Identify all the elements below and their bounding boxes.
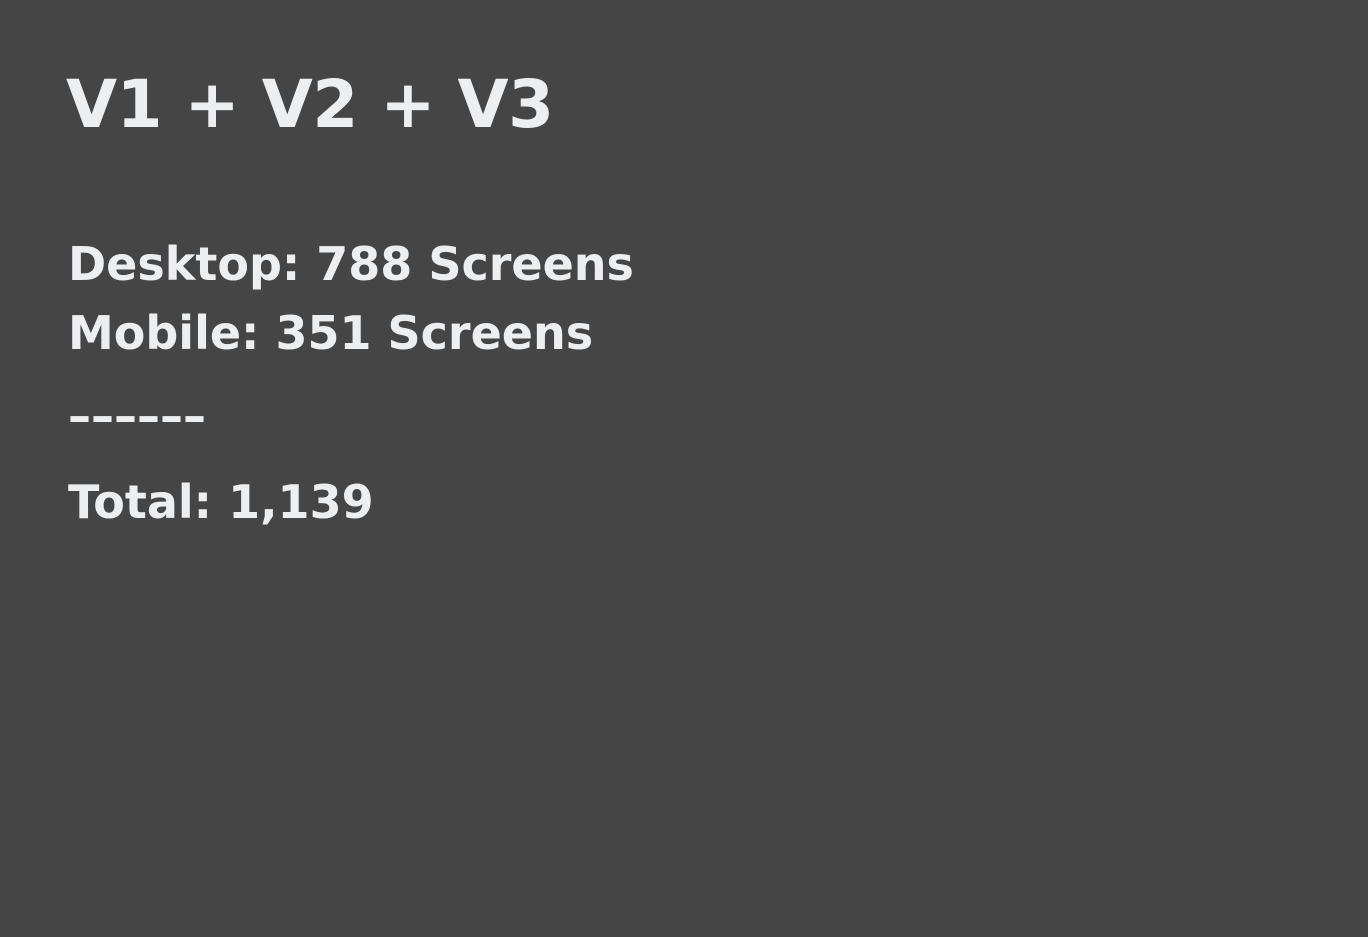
total-screens-line: Total: 1,139: [68, 475, 374, 529]
total-divider: ––––––: [68, 389, 206, 443]
slide-canvas: V1 + V2 + V3 Desktop: 788 Screens Mobile…: [0, 0, 1368, 937]
mobile-screens-line: Mobile: 351 Screens: [68, 306, 594, 360]
desktop-screens-line: Desktop: 788 Screens: [68, 237, 634, 291]
slide-title: V1 + V2 + V3: [66, 66, 554, 143]
